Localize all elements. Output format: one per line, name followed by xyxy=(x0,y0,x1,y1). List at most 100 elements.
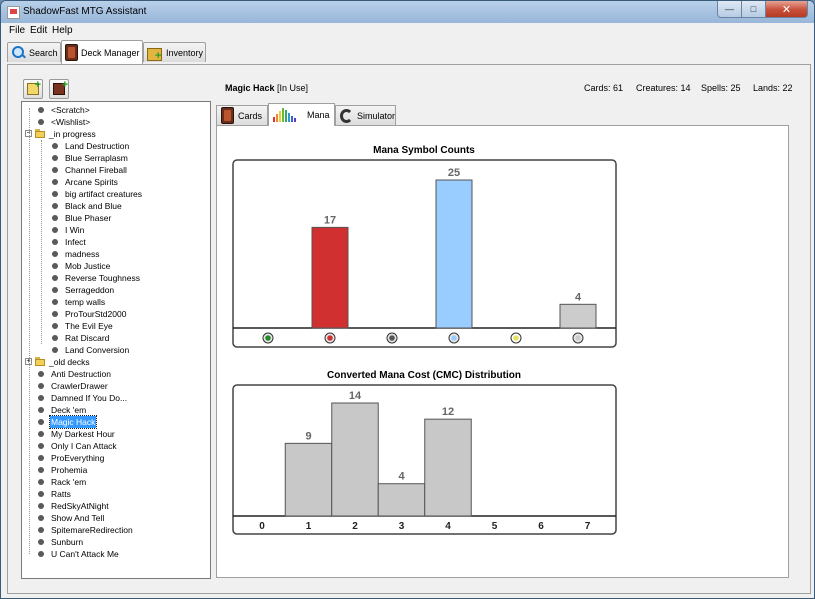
tree-item-label: Blue Serraplasm xyxy=(65,153,128,163)
tree-deck-item[interactable]: ProEverything xyxy=(22,452,208,464)
bar xyxy=(331,402,379,517)
tab-search-label: Search xyxy=(29,47,58,58)
deck-bullet-icon xyxy=(38,551,44,557)
tree-deck-item[interactable]: Serrageddon xyxy=(22,284,208,296)
deck-bullet-icon xyxy=(52,263,58,269)
tree-deck-item[interactable]: Sunburn xyxy=(22,536,208,548)
deck-bullet-icon xyxy=(38,515,44,521)
deck-bullet-icon xyxy=(38,503,44,509)
deck-bullet-icon xyxy=(52,299,58,305)
tree-deck-item[interactable]: Mob Justice xyxy=(22,260,208,272)
mana-tab-content: Mana Symbol Counts 17 25 4 Converted Mana … xyxy=(216,125,789,578)
tree-deck-item[interactable]: Arcane Spirits xyxy=(22,176,208,188)
deck-tree[interactable]: <Scratch> <Wishlist> − _in progress Land Des… xyxy=(21,101,211,579)
tab-inventory[interactable]: Inventory xyxy=(143,42,206,62)
tab-deck-manager[interactable]: Deck Manager xyxy=(61,40,143,64)
tree-deck-item[interactable]: ProTourStd2000 xyxy=(22,308,208,320)
tree-item-label: I Win xyxy=(65,225,85,235)
card-count: Cards: 61 xyxy=(584,83,624,93)
tree-deck-item[interactable]: temp walls xyxy=(22,296,208,308)
tree-folder[interactable]: − _in progress xyxy=(22,128,208,140)
tab-cards-label: Cards xyxy=(238,110,263,121)
tree-deck-item[interactable]: Damned If You Do... xyxy=(22,392,208,404)
deck-bullet-icon xyxy=(52,191,58,197)
tree-deck-item[interactable]: Land Conversion xyxy=(22,344,208,356)
x-tick-label: 2 xyxy=(352,521,358,532)
cards-icon xyxy=(221,107,234,124)
tree-deck-item[interactable]: <Wishlist> xyxy=(22,116,208,128)
x-tick-label: 3 xyxy=(399,521,405,532)
close-button[interactable]: ✕ xyxy=(766,1,808,18)
tree-item-label: Only I Can Attack xyxy=(51,441,117,451)
import-deck-button[interactable] xyxy=(49,79,69,99)
tree-deck-item[interactable]: madness xyxy=(22,248,208,260)
tree-folder[interactable]: + _old decks xyxy=(22,356,208,368)
tab-simulator[interactable]: Simulator xyxy=(335,105,396,125)
tree-item-label: big artifact creatures xyxy=(65,189,143,199)
tab-mana-label: Mana xyxy=(307,110,330,120)
tree-deck-item[interactable]: RedSkyAtNight xyxy=(22,500,208,512)
tree-deck-item[interactable]: Infect xyxy=(22,236,208,248)
tree-item-label: temp walls xyxy=(65,297,106,307)
tree-deck-item[interactable]: Only I Can Attack xyxy=(22,440,208,452)
white-mana-icon xyxy=(510,332,522,344)
tree-item-label: SpitemareRedirection xyxy=(51,525,133,535)
tree-deck-item[interactable]: My Darkest Hour xyxy=(22,428,208,440)
tree-deck-item[interactable]: <Scratch> xyxy=(22,104,208,116)
deck-bullet-icon xyxy=(52,323,58,329)
tree-item-label: _in progress xyxy=(49,129,96,139)
title-bar[interactable]: ShadowFast MTG Assistant — □ ✕ xyxy=(1,1,814,24)
menu-file[interactable]: File xyxy=(9,25,25,36)
tree-item-label: ProEverything xyxy=(51,453,105,463)
search-icon xyxy=(11,45,26,60)
deck-bullet-icon xyxy=(38,383,44,389)
data-label: 12 xyxy=(442,406,454,418)
tree-deck-item[interactable]: Show And Tell xyxy=(22,512,208,524)
tree-deck-item[interactable]: Blue Serraplasm xyxy=(22,152,208,164)
tree-deck-item[interactable]: Magic Hack xyxy=(22,415,208,429)
menu-edit[interactable]: Edit xyxy=(30,25,47,36)
deck-bullet-icon xyxy=(52,155,58,161)
tree-deck-item[interactable]: Blue Phaser xyxy=(22,212,208,224)
tree-deck-item[interactable]: I Win xyxy=(22,224,208,236)
tree-deck-item[interactable]: U Can't Attack Me xyxy=(22,548,208,560)
menu-help[interactable]: Help xyxy=(52,25,73,36)
tree-item-label: Mob Justice xyxy=(65,261,111,271)
tree-connector xyxy=(41,140,42,344)
tree-deck-item[interactable]: CrawlerDrawer xyxy=(22,380,208,392)
data-label: 17 xyxy=(324,214,336,226)
tree-deck-item[interactable]: Reverse Toughness xyxy=(22,272,208,284)
tree-deck-item[interactable]: Prohemia xyxy=(22,464,208,476)
deck-bullet-icon xyxy=(38,455,44,461)
tree-deck-item[interactable]: SpitemareRedirection xyxy=(22,524,208,536)
tab-mana[interactable]: Mana xyxy=(268,103,335,126)
maximize-button[interactable]: □ xyxy=(742,1,766,18)
tree-deck-item[interactable]: The Evil Eye xyxy=(22,320,208,332)
tree-deck-item[interactable]: Land Destruction xyxy=(22,140,208,152)
tab-cards[interactable]: Cards xyxy=(216,105,268,125)
tree-deck-item[interactable]: big artifact creatures xyxy=(22,188,208,200)
new-deck-icon xyxy=(27,79,41,95)
tree-deck-item[interactable]: Ratts xyxy=(22,488,208,500)
data-label: 4 xyxy=(575,291,582,303)
tree-item-label: Deck 'em xyxy=(51,405,87,415)
tree-deck-item[interactable]: Black and Blue xyxy=(22,200,208,212)
deck-bullet-icon xyxy=(38,491,44,497)
new-deck-button[interactable] xyxy=(23,79,43,99)
deck-bullet-icon xyxy=(38,479,44,485)
tab-search[interactable]: Search xyxy=(7,42,61,62)
tree-item-label: Channel Fireball xyxy=(65,165,127,175)
tree-deck-item[interactable]: Deck 'em xyxy=(22,404,208,416)
deck-bullet-icon xyxy=(52,203,58,209)
deck-bullet-icon xyxy=(38,107,44,113)
cmc-chart-title: Converted Mana Cost (CMC) Distribution xyxy=(327,370,521,381)
minimize-button[interactable]: — xyxy=(717,1,742,18)
tree-deck-item[interactable]: Rat Discard xyxy=(22,332,208,344)
tree-deck-item[interactable]: Channel Fireball xyxy=(22,164,208,176)
tree-deck-item[interactable]: Rack 'em xyxy=(22,476,208,488)
tree-item-label: My Darkest Hour xyxy=(51,429,115,439)
deck-bullet-icon xyxy=(38,443,44,449)
tree-deck-item[interactable]: Anti Destruction xyxy=(22,368,208,380)
tree-item-label: Rat Discard xyxy=(65,333,110,343)
tree-item-label: Magic Hack xyxy=(48,415,98,429)
